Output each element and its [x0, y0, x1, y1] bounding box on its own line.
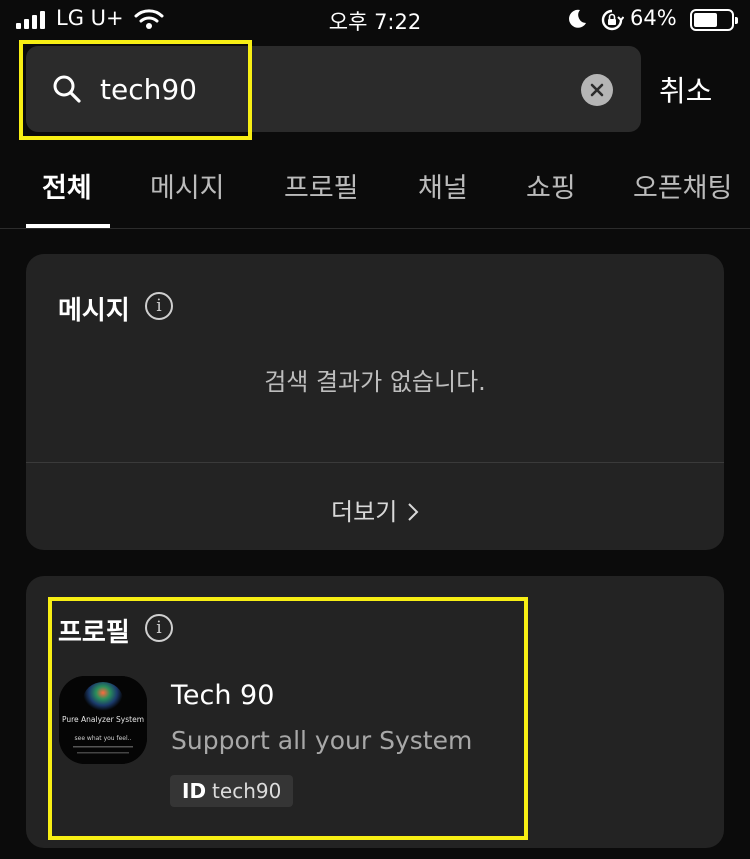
clear-search-button[interactable] — [581, 74, 613, 106]
info-icon[interactable]: i — [145, 292, 173, 320]
category-tabs: 전체 메시지 프로필 채널 쇼핑 오픈채팅 — [0, 160, 750, 228]
tab-channel[interactable]: 채널 — [418, 166, 468, 205]
cancel-button[interactable]: 취소 — [659, 68, 712, 110]
messages-section: 메시지 i 검색 결과가 없습니다. 더보기 — [26, 254, 724, 550]
status-bar: LG U+ 오후 7:22 64% — [0, 0, 750, 40]
divider — [0, 228, 750, 229]
tab-open-chat[interactable]: 오픈채팅 — [633, 166, 732, 205]
search-highlight-box — [19, 40, 252, 140]
tab-all[interactable]: 전체 — [42, 166, 92, 205]
moon-icon — [566, 8, 588, 34]
profile-highlight-box — [48, 597, 528, 840]
more-button[interactable]: 더보기 — [26, 492, 724, 527]
tab-profile[interactable]: 프로필 — [284, 166, 359, 205]
empty-result-text: 검색 결과가 없습니다. — [264, 368, 486, 396]
battery-icon — [690, 9, 738, 31]
rotation-lock-icon — [600, 8, 625, 36]
tab-shopping[interactable]: 쇼핑 — [526, 166, 576, 205]
close-icon — [590, 83, 604, 97]
divider — [26, 462, 724, 463]
battery-percent: 64% — [630, 6, 677, 30]
section-title: 메시지 — [58, 296, 130, 326]
more-label: 더보기 — [331, 498, 398, 526]
chevron-right-icon — [408, 503, 419, 521]
tab-messages[interactable]: 메시지 — [150, 166, 225, 205]
